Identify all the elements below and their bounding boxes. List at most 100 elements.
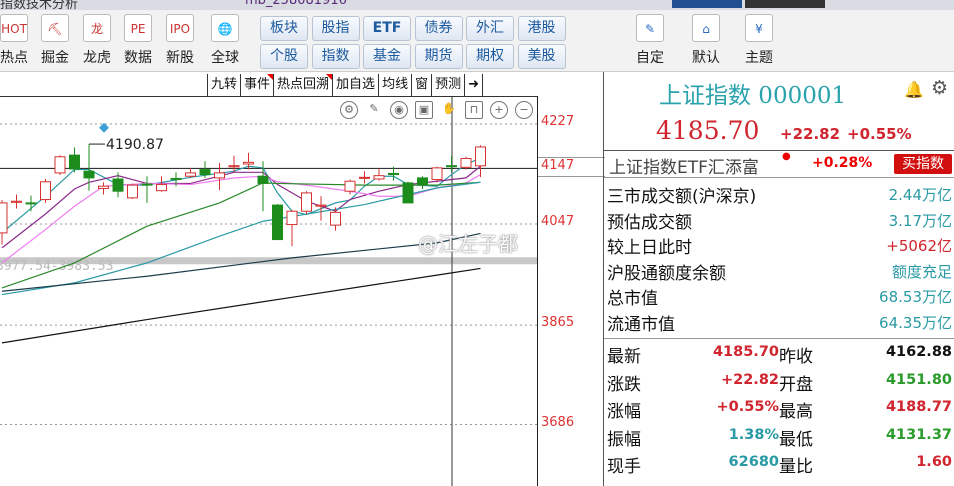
toolbar-ipo-button[interactable]: IPO 新股 <box>160 14 200 67</box>
market-button[interactable]: 期货 <box>414 44 463 69</box>
buy-index-button[interactable]: 买指数 <box>894 154 952 174</box>
axis-tick-label: 4047 <box>541 214 575 229</box>
market-button[interactable]: 板块 <box>260 16 308 41</box>
candle-body <box>127 184 138 199</box>
kline-svg: 3977.54-3983.53 4190.87 <box>0 97 537 486</box>
toolbar-theme-button[interactable]: ¥ 主题 <box>739 14 779 67</box>
index-title: 上证指数 000001 <box>659 83 847 109</box>
ipo-icon: IPO <box>166 14 194 42</box>
toolbar-home-button[interactable]: ⌂ 默认 <box>686 14 726 67</box>
quote-value: 62680 <box>728 454 779 470</box>
lock-icon[interactable]: ⊓ <box>465 101 483 119</box>
candle-body <box>98 185 109 189</box>
candle-body <box>243 161 254 165</box>
tab-1[interactable]: 事件 <box>241 74 275 96</box>
tab-5[interactable]: 窗 <box>412 74 433 96</box>
quote-label: 最新 <box>607 347 641 367</box>
quote-label: 涨跌 <box>607 374 641 395</box>
eye-icon[interactable]: ◉ <box>390 101 408 119</box>
quote-value: +0.55% <box>716 399 779 415</box>
quote-item: 量比 1.60 <box>779 452 952 479</box>
market-button[interactable]: 股指 <box>311 16 360 41</box>
title-button-b[interactable] <box>745 0 825 8</box>
tab-7[interactable]: ➜ <box>465 74 484 96</box>
candle-body <box>11 200 22 203</box>
axis-tick-label: 3686 <box>541 414 575 430</box>
candle-body <box>141 183 153 186</box>
settings-icon[interactable]: ⚙ <box>340 101 358 119</box>
title-button-a[interactable] <box>672 0 742 8</box>
bell-icon[interactable]: 🔔 <box>904 80 924 99</box>
toolbar-dragon-button[interactable]: 龙龙虎 <box>77 14 117 67</box>
price-change: +22.82 <box>780 125 841 143</box>
divider <box>604 338 954 339</box>
candle-body <box>69 154 80 170</box>
quote-value: 4131.37 <box>885 426 952 443</box>
zoom-in-icon[interactable]: + <box>490 101 508 119</box>
toolbar-pe-data-button[interactable]: PE 数据 <box>118 14 158 67</box>
market-button[interactable]: ETF <box>363 16 411 41</box>
etf-row[interactable]: 上证指数ETF汇添富 ● +0.28% 买指数 <box>604 150 954 178</box>
toolbar-customize-button[interactable]: ✎ 自定 <box>630 14 670 67</box>
stat-row: 较上日此时 +5062亿 <box>607 233 952 258</box>
toolbar-label: 数据 <box>124 50 152 66</box>
toolbar-gold-cart-button[interactable]: ⛏ 掘金 <box>35 14 75 67</box>
tab-4[interactable]: 均线 <box>379 74 413 96</box>
quote-item: 最新 4185.70 <box>607 342 779 369</box>
high-annotation-label: 4190.87 <box>106 137 164 153</box>
stat-row: 流通市值 64.35万亿 <box>607 310 952 335</box>
axis-tick-label: 3865 <box>541 315 575 331</box>
quote-value: 4188.77 <box>885 399 952 415</box>
market-button[interactable]: 期权 <box>466 44 514 69</box>
toolbox-icon[interactable]: ▣ <box>415 101 433 119</box>
gear-icon[interactable]: ⚙ <box>931 77 948 99</box>
stat-value: 额度充足 <box>891 262 952 281</box>
candle-body <box>417 177 428 186</box>
market-button[interactable]: 个股 <box>260 44 308 69</box>
current-price-box <box>538 157 605 178</box>
tab-0[interactable]: 九转 <box>208 74 242 96</box>
draw-pen-icon[interactable]: ✎ <box>365 101 383 119</box>
hot-icon: HOT <box>0 14 28 42</box>
toolbar-globe-button[interactable]: 🌐 全球 <box>205 14 245 67</box>
market-button[interactable]: 港股 <box>517 16 566 41</box>
stat-label: 较上日此时 <box>607 238 692 258</box>
zoom-out-icon[interactable]: − <box>515 101 533 119</box>
quote-label: 最低 <box>779 429 813 450</box>
quote-item: 最高 4188.77 <box>779 397 952 424</box>
toolbar-hot-button[interactable]: HOT 热点 <box>0 14 34 67</box>
market-button[interactable]: 指数 <box>311 44 360 69</box>
tab-3[interactable]: 加自选 <box>333 74 380 96</box>
watermark: @江左子都 <box>418 232 518 256</box>
candle-body <box>373 175 385 180</box>
stat-label: 总市值 <box>607 289 658 309</box>
stat-value: 2.44万亿 <box>888 186 952 204</box>
candle-body <box>330 211 341 226</box>
chart-tabs: 九转 事件 热点回溯 加自选 均线窗预测 ➜ <box>207 74 484 96</box>
quote-value: +22.82 <box>720 371 779 388</box>
candle-body <box>388 172 399 176</box>
candle-body <box>170 177 182 180</box>
toolbar-label: 掘金 <box>41 50 69 66</box>
pe-data-icon: PE <box>124 14 152 42</box>
quote-label: 量比 <box>779 457 813 477</box>
quote-value: 4151.80 <box>885 371 952 388</box>
hand-icon[interactable]: ✋ <box>440 101 458 119</box>
kline-chart[interactable]: 3977.54-3983.53 4190.87 <box>0 96 537 486</box>
chart-tools: ⚙ ✎ ◉ ▣ ✋ ⊓ + − <box>340 101 533 119</box>
etf-dot: ● <box>782 151 791 162</box>
market-button[interactable]: 基金 <box>363 44 411 69</box>
quote-value: 4162.88 <box>885 344 952 360</box>
market-button[interactable]: 美股 <box>517 44 566 69</box>
candle-body <box>301 192 312 212</box>
tab-2[interactable]: 热点回溯 <box>274 74 334 96</box>
etf-name[interactable]: 上证指数ETF汇添富 <box>609 153 759 178</box>
quote-label: 开盘 <box>779 374 813 395</box>
quote-label: 振幅 <box>607 429 641 450</box>
market-button[interactable]: 债券 <box>414 16 463 41</box>
tab-6[interactable]: 预测 <box>432 74 466 96</box>
title-bar: 指数技术分析 mb_258081916 <box>0 0 954 10</box>
candle-body <box>475 146 486 167</box>
market-button[interactable]: 外汇 <box>466 16 514 41</box>
quote-label: 涨幅 <box>607 402 641 422</box>
